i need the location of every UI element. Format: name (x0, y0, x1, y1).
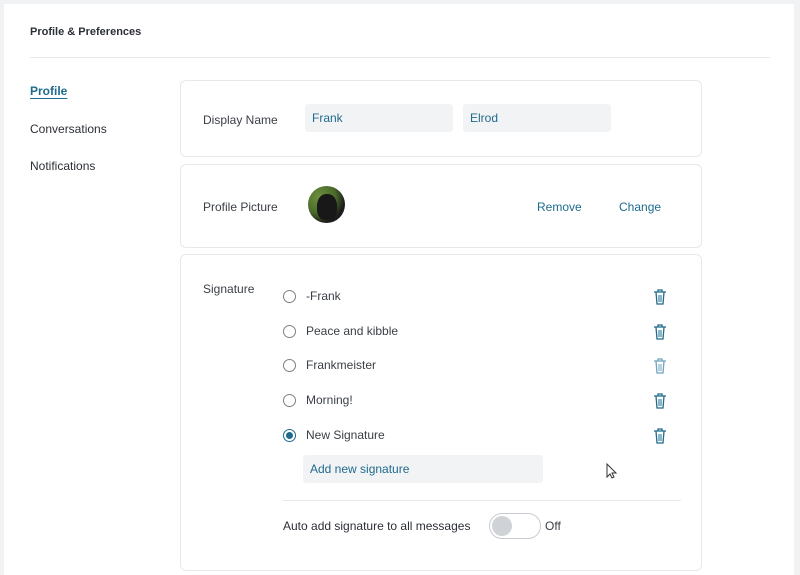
signature-option[interactable]: Morning! (283, 393, 666, 413)
section-divider (283, 500, 681, 501)
add-signature-input[interactable]: Add new signature (303, 455, 543, 483)
header-divider (30, 57, 770, 58)
trash-icon[interactable] (653, 358, 667, 374)
signature-text: -Frank (306, 289, 341, 303)
signature-option[interactable]: New Signature (283, 428, 666, 448)
mouse-cursor-icon (606, 463, 618, 479)
nav-item-profile[interactable]: Profile (30, 84, 67, 98)
signature-text: Morning! (306, 393, 353, 407)
toggle-knob (492, 516, 512, 536)
signature-text: Peace and kibble (306, 324, 399, 338)
signature-text: New Signature (306, 428, 385, 442)
last-name-input[interactable]: Elrod (463, 104, 611, 132)
signature-option[interactable]: Frankmeister (283, 358, 666, 378)
signature-radio[interactable] (283, 325, 296, 338)
trash-icon[interactable] (653, 428, 667, 444)
display-name-label: Display Name (203, 113, 278, 127)
display-name-card: Display Name Frank Elrod (180, 80, 702, 157)
trash-icon[interactable] (653, 324, 667, 340)
nav-item-conversations[interactable]: Conversations (30, 122, 107, 136)
auto-add-signature-label: Auto add signature to all messages (283, 519, 471, 533)
signature-text: Frankmeister (306, 358, 377, 372)
preferences-window: Profile & Preferences Profile Conversati… (4, 4, 794, 575)
toggle-state-label: Off (545, 519, 561, 533)
change-picture-button[interactable]: Change (619, 200, 661, 214)
signature-option[interactable]: Peace and kibble (283, 324, 666, 344)
signature-card: Signature -Frank Peace and kibble Frankm… (180, 254, 702, 571)
signature-option[interactable]: -Frank (283, 289, 666, 309)
signature-radio[interactable] (283, 394, 296, 407)
profile-picture-card: Profile Picture Remove Change (180, 164, 702, 248)
signature-radio-selected[interactable] (283, 429, 296, 442)
first-name-input[interactable]: Frank (305, 104, 453, 132)
trash-icon[interactable] (653, 393, 667, 409)
trash-icon[interactable] (653, 289, 667, 305)
avatar (308, 186, 345, 223)
signature-radio[interactable] (283, 290, 296, 303)
nav-item-notifications[interactable]: Notifications (30, 159, 95, 173)
profile-picture-label: Profile Picture (203, 200, 278, 214)
auto-add-signature-toggle[interactable] (489, 513, 541, 539)
signature-radio[interactable] (283, 359, 296, 372)
signature-label: Signature (203, 282, 255, 296)
remove-picture-button[interactable]: Remove (537, 200, 582, 214)
page-title: Profile & Preferences (30, 26, 142, 38)
